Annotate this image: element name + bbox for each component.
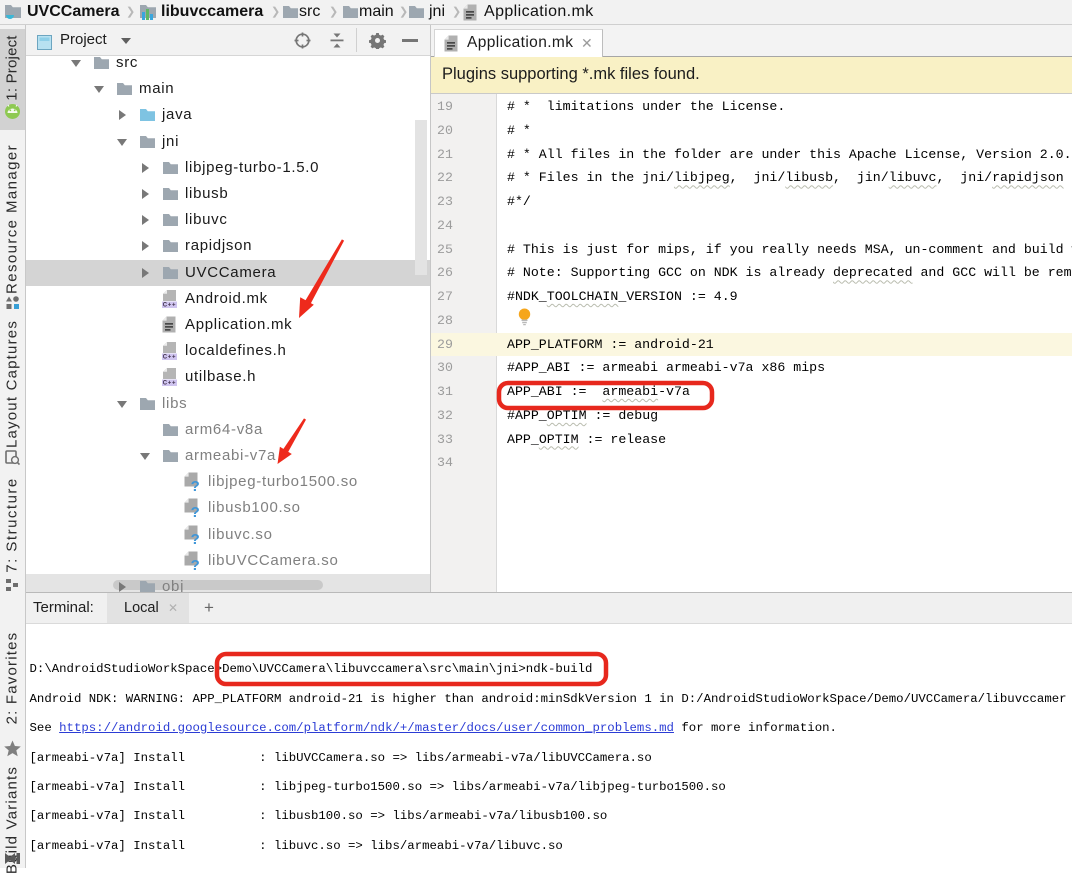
svg-text:C++: C++ xyxy=(163,302,176,307)
svg-text:?: ? xyxy=(191,557,201,571)
svg-text:?: ? xyxy=(191,504,201,518)
svg-text:?: ? xyxy=(191,478,201,492)
svg-text:C++: C++ xyxy=(163,381,176,386)
svg-text:?: ? xyxy=(191,531,201,545)
svg-text:C++: C++ xyxy=(163,355,176,360)
